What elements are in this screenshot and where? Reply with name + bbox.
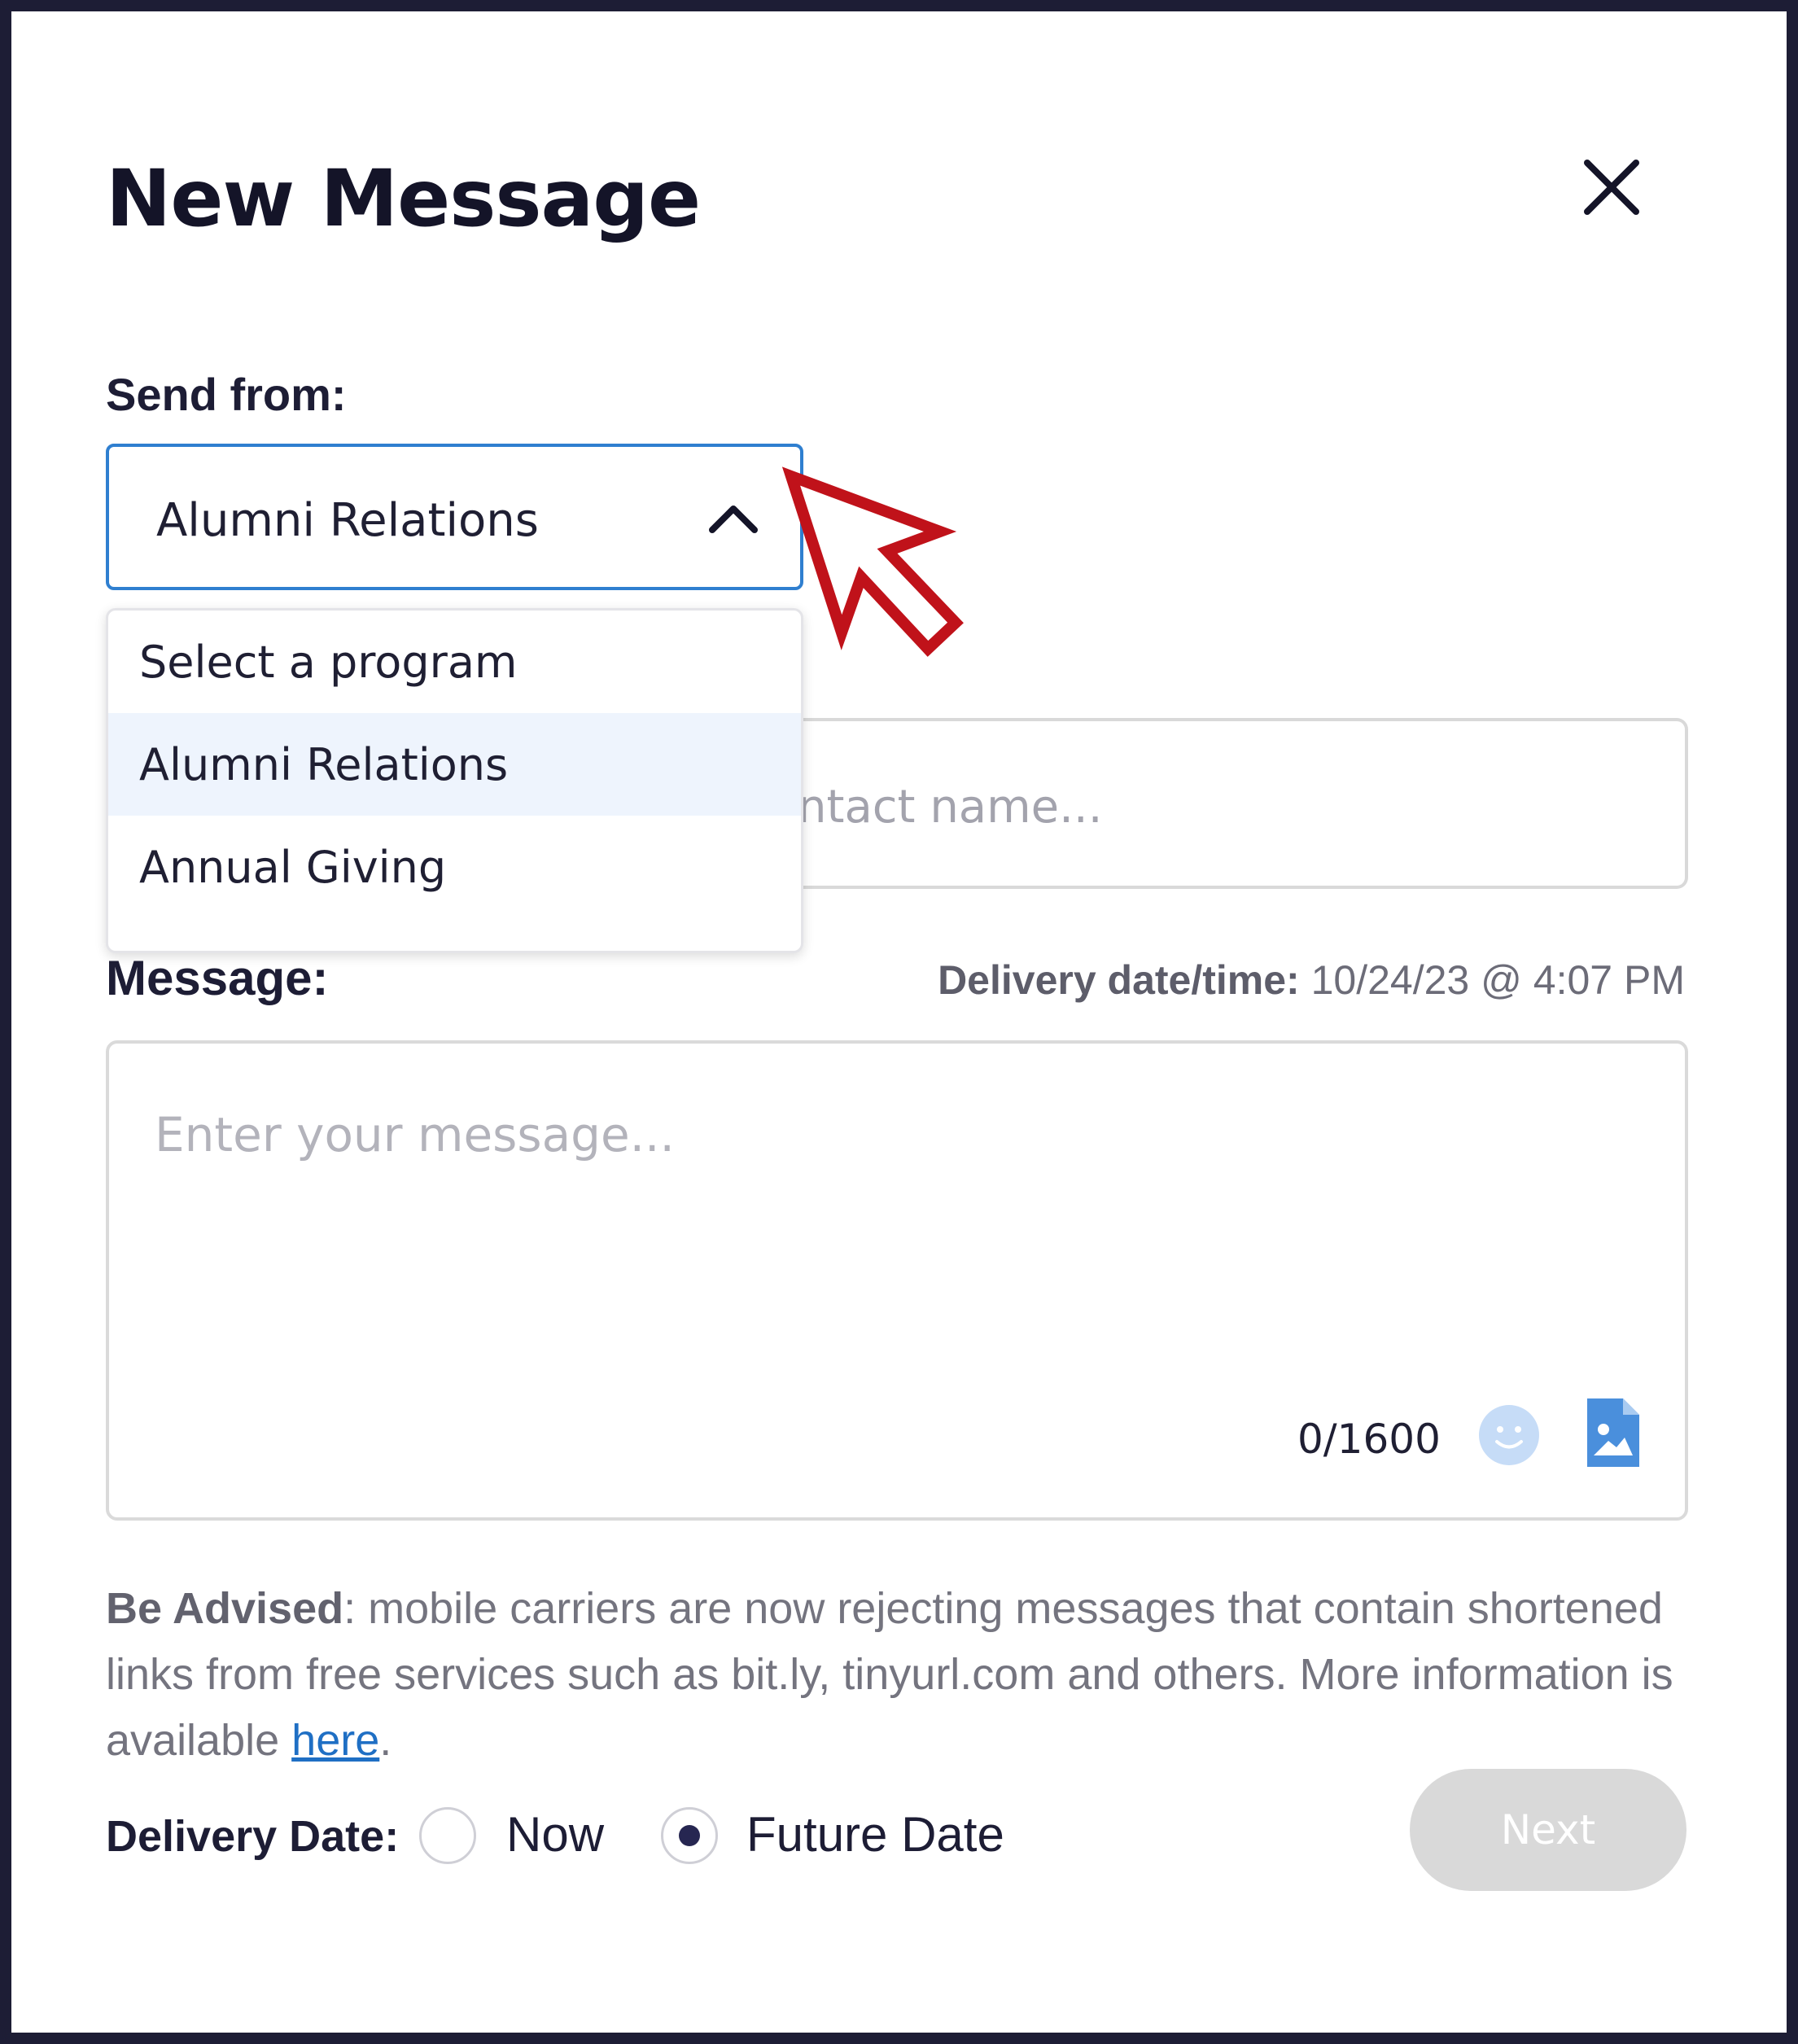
pointer-arrow-icon [781,466,964,657]
contact-search-placeholder: ntact name... [798,781,1103,834]
next-button[interactable]: Next [1410,1769,1686,1891]
dropdown-option-select-a-program[interactable]: Select a program [108,611,801,713]
delivery-date-label: Delivery Date: [106,1812,400,1861]
close-button[interactable] [1571,147,1652,228]
advisory-link[interactable]: here [291,1716,379,1765]
delivery-datetime-label: Delivery date/time: [938,957,1300,1003]
close-icon [1584,160,1639,215]
delivery-now-radio[interactable] [419,1807,476,1864]
delivery-datetime-value: 10/24/23 @ 4:07 PM [1299,957,1685,1003]
delivery-datetime: Delivery date/time: 10/24/23 @ 4:07 PM [938,956,1685,1004]
character-counter: 0/1600 [1297,1416,1441,1463]
send-from-select[interactable]: Alumni Relations [106,444,803,590]
emoji-button[interactable] [1477,1403,1541,1467]
dropdown-option-label: Select a program [139,637,518,688]
send-from-selected-value: Alumni Relations [156,494,539,547]
smiley-icon [1479,1405,1539,1465]
delivery-future-radio[interactable] [661,1807,718,1864]
dropdown-option-label: Alumni Relations [139,739,509,790]
delivery-now-label[interactable]: Now [506,1806,604,1862]
contact-search-input[interactable]: ntact name... [798,718,1688,889]
message-textarea[interactable]: Enter your message... 0/1600 [106,1040,1688,1521]
image-file-icon [1587,1398,1639,1467]
advisory-notice: Be Advised: mobile carriers are now reje… [106,1576,1701,1774]
dialog-title: New Message [106,153,701,244]
dropdown-option-alumni-relations[interactable]: Alumni Relations [108,713,801,816]
radio-selected-dot [679,1825,700,1846]
delivery-future-label[interactable]: Future Date [746,1806,1004,1862]
chevron-up-icon [709,506,758,533]
advisory-heading: Be Advised [106,1584,344,1633]
send-from-label: Send from: [106,369,347,420]
dropdown-option-annual-giving[interactable]: Annual Giving [108,816,801,918]
message-placeholder: Enter your message... [155,1107,675,1162]
advisory-end: . [379,1716,392,1765]
dropdown-option-label: Annual Giving [139,842,447,893]
message-label: Message: [106,951,329,1005]
send-from-dropdown: Select a program Alumni Relations Annual… [106,608,803,953]
attach-image-button[interactable] [1587,1398,1639,1467]
